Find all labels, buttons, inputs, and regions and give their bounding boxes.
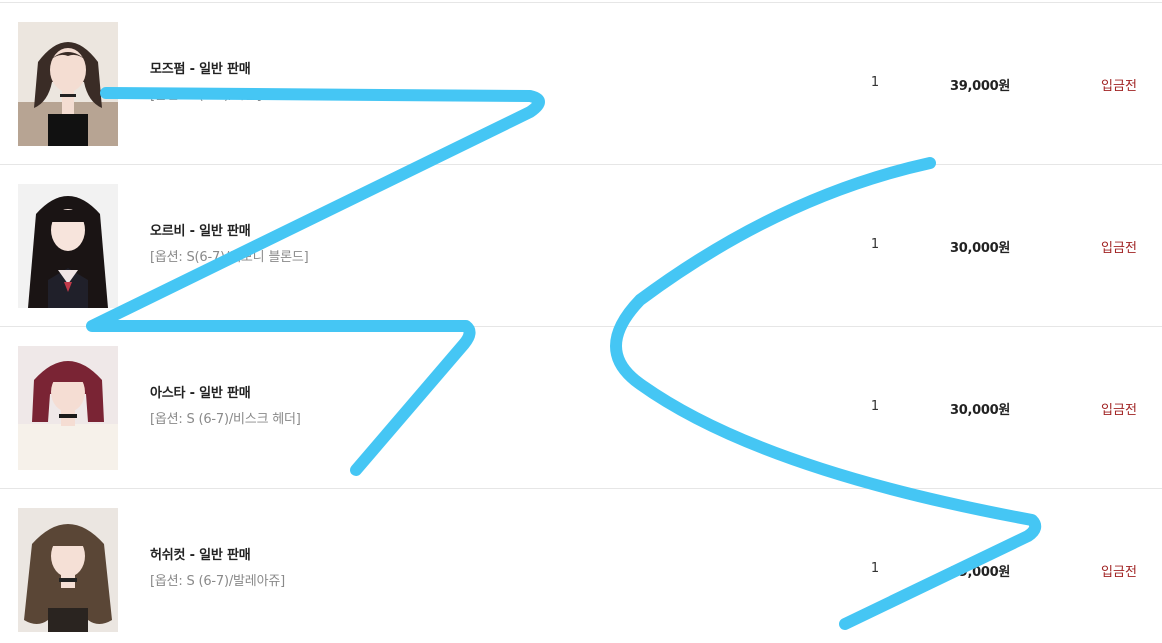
order-items-page: 모즈펌 - 일반 판매 [옵션: S (6-7)/아론] 1 39,000원 입… <box>0 0 1162 643</box>
order-item-row: 아스타 - 일반 판매 [옵션: S (6-7)/비스크 헤더] 1 30,00… <box>0 327 1162 489</box>
price: 39,000원 <box>949 565 1011 580</box>
product-info: 아스타 - 일반 판매 [옵션: S (6-7)/비스크 헤더] <box>150 385 301 429</box>
product-option: [옵션: S (6-7)/비스크 헤더] <box>150 412 301 427</box>
doll-product-image <box>18 22 118 146</box>
product-info: 오르비 - 일반 판매 [옵션: S(6-7)/에보니 블론드] <box>150 223 309 267</box>
product-info: 모즈펌 - 일반 판매 [옵션: S (6-7)/아론] <box>150 61 262 105</box>
doll-product-image <box>18 184 118 308</box>
product-option: [옵션: S (6-7)/아론] <box>150 88 262 103</box>
product-name-link[interactable]: 오르비 - 일반 판매 <box>150 223 308 241</box>
price: 30,000원 <box>949 403 1011 418</box>
quantity: 1 <box>870 237 880 252</box>
product-name-link[interactable]: 아스타 - 일반 판매 <box>150 385 301 403</box>
product-thumbnail[interactable] <box>18 22 118 146</box>
product-option: [옵션: S (6-7)/발레아쥬] <box>150 574 285 589</box>
product-thumbnail[interactable] <box>18 184 118 308</box>
order-item-row: 오르비 - 일반 판매 [옵션: S(6-7)/에보니 블론드] 1 30,00… <box>0 165 1162 327</box>
price: 39,000원 <box>949 79 1011 94</box>
order-item-row: 허쉬컷 - 일반 판매 [옵션: S (6-7)/발레아쥬] 1 39,000원… <box>0 489 1162 643</box>
payment-status: 입금전 <box>1101 565 1137 580</box>
quantity: 1 <box>870 75 880 90</box>
order-item-list: 모즈펌 - 일반 판매 [옵션: S (6-7)/아론] 1 39,000원 입… <box>0 2 1162 643</box>
product-option: [옵션: S(6-7)/에보니 블론드] <box>150 250 309 265</box>
product-thumbnail[interactable] <box>18 508 118 632</box>
quantity: 1 <box>870 561 880 576</box>
payment-status: 입금전 <box>1101 241 1137 256</box>
product-name-link[interactable]: 허쉬컷 - 일반 판매 <box>150 547 285 565</box>
payment-status: 입금전 <box>1101 79 1137 94</box>
product-thumbnail[interactable] <box>18 346 118 470</box>
payment-status: 입금전 <box>1101 403 1137 418</box>
product-name-link[interactable]: 모즈펌 - 일반 판매 <box>150 61 261 79</box>
product-info: 허쉬컷 - 일반 판매 [옵션: S (6-7)/발레아쥬] <box>150 547 285 591</box>
price: 30,000원 <box>949 241 1011 256</box>
order-item-row: 모즈펌 - 일반 판매 [옵션: S (6-7)/아론] 1 39,000원 입… <box>0 3 1162 165</box>
doll-product-image <box>18 508 118 632</box>
quantity: 1 <box>870 399 880 414</box>
doll-product-image <box>18 346 118 470</box>
